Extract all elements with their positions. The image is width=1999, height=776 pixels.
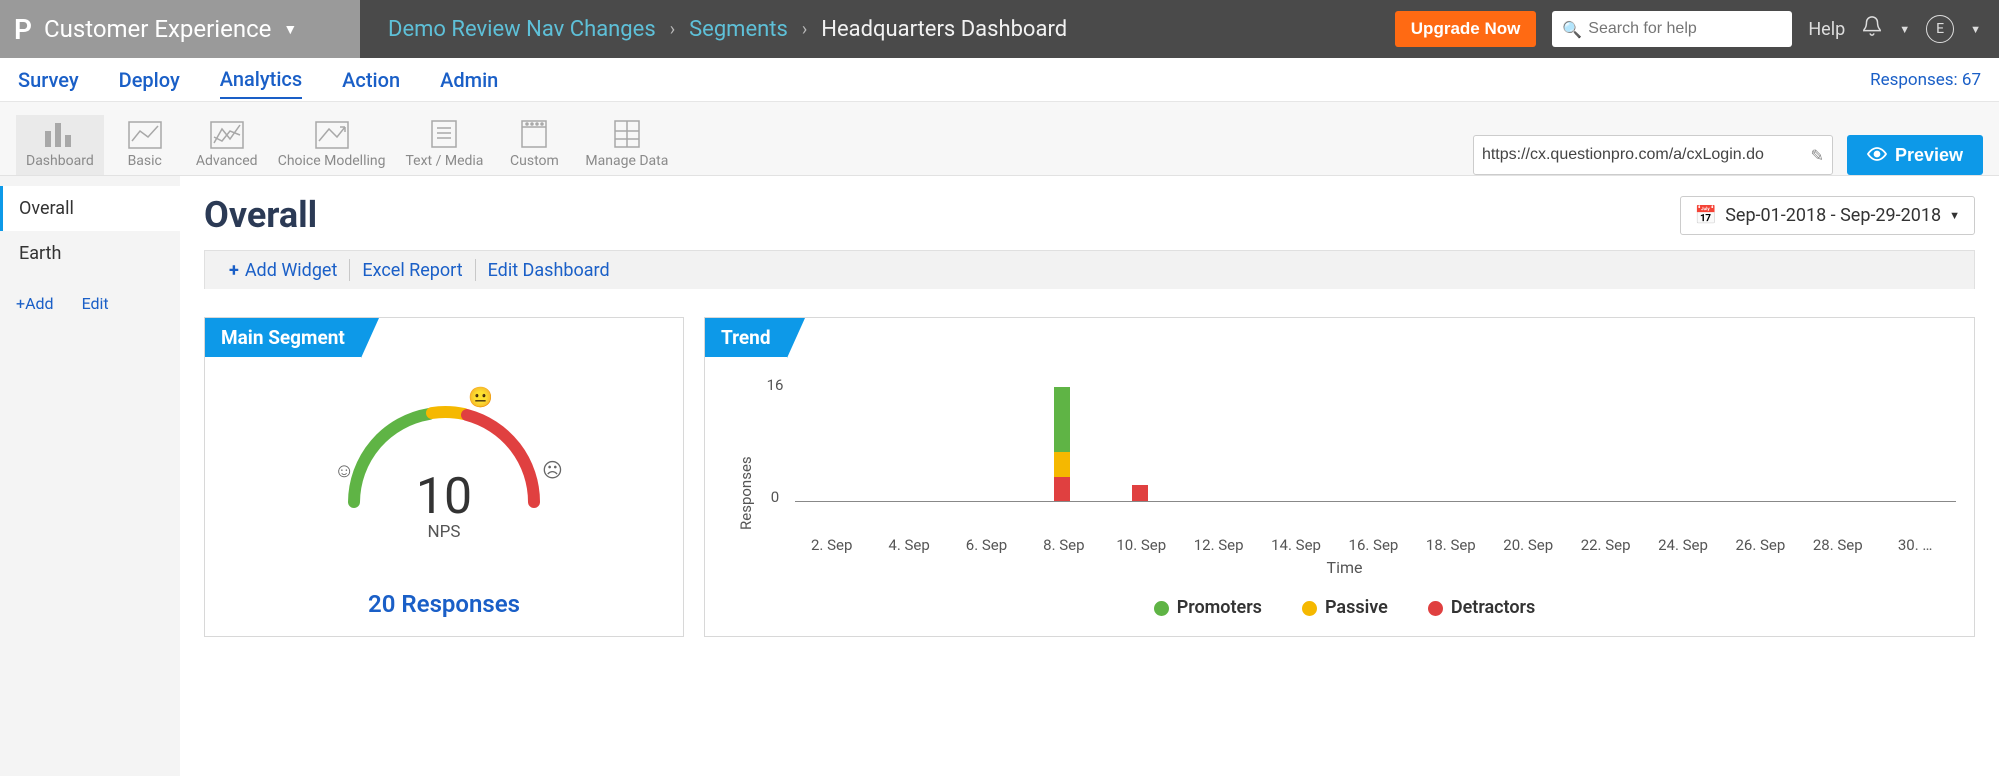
dashboard-actions: + Add Widget Excel Report Edit Dashboard xyxy=(204,250,1975,289)
leftnav-actions: +Add Edit xyxy=(0,276,180,331)
upgrade-button[interactable]: Upgrade Now xyxy=(1395,11,1537,47)
responses-link[interactable]: 20 Responses xyxy=(205,590,683,618)
help-search-input[interactable] xyxy=(1588,20,1782,38)
page-title: Overall xyxy=(204,194,317,236)
caret-down-icon: ▼ xyxy=(1949,209,1960,222)
chart-legend: Promoters Passive Detractors xyxy=(733,597,1956,618)
svg-text:😐: 😐 xyxy=(468,385,493,409)
leftnav-item-earth[interactable]: Earth xyxy=(0,231,180,276)
share-url-input[interactable] xyxy=(1482,146,1811,164)
tool-label: Manage Data xyxy=(585,153,668,169)
trend-chart: Responses 16 0 2. Sep4. Sep6. Sep8. Sep1… xyxy=(723,336,1956,618)
leftnav-item-overall[interactable]: Overall xyxy=(0,186,180,231)
line-chart-icon xyxy=(128,121,162,149)
widgets-row: Main Segment ☺ 😐 ☹ xyxy=(204,289,1975,637)
content: Overall 📅 Sep-01-2018 - Sep-29-2018 ▼ + A… xyxy=(180,176,1999,776)
leftnav-edit[interactable]: Edit xyxy=(82,294,109,313)
body: Overall Earth +Add Edit Overall 📅 Sep-01… xyxy=(0,176,1999,776)
y-tick: 0 xyxy=(771,488,779,506)
tool-label: Choice Modelling xyxy=(278,153,386,169)
nav-analytics[interactable]: Analytics xyxy=(220,61,302,99)
y-axis: 16 0 xyxy=(755,376,795,506)
nav-action[interactable]: Action xyxy=(342,62,400,98)
legend-passive: Passive xyxy=(1302,597,1388,618)
main-nav: Survey Deploy Analytics Action Admin Res… xyxy=(0,58,1999,102)
film-icon xyxy=(520,119,548,149)
tool-label: Dashboard xyxy=(26,153,94,169)
content-header: Overall 📅 Sep-01-2018 - Sep-29-2018 ▼ xyxy=(204,194,1975,236)
y-tick: 16 xyxy=(767,376,784,394)
preview-label: Preview xyxy=(1895,145,1963,166)
edit-dashboard-button[interactable]: Edit Dashboard xyxy=(476,260,622,281)
preview-button[interactable]: Preview xyxy=(1847,135,1983,175)
help-search[interactable]: 🔍 xyxy=(1552,11,1792,47)
nps-value: 10 xyxy=(205,468,683,526)
tool-label: Advanced xyxy=(196,153,258,169)
date-range-picker[interactable]: 📅 Sep-01-2018 - Sep-29-2018 ▼ xyxy=(1680,196,1975,235)
spreadsheet-icon xyxy=(613,119,641,149)
gauge-center: 10 NPS xyxy=(205,468,683,542)
analytics-toolbar: Dashboard Basic Advanced Choice Modellin… xyxy=(0,102,1999,176)
tool-choice-modelling[interactable]: Choice Modelling xyxy=(268,115,396,175)
x-axis: 2. Sep4. Sep6. Sep8. Sep10. Sep12. Sep14… xyxy=(793,536,1956,554)
nav-survey[interactable]: Survey xyxy=(18,62,79,98)
trend-card: Trend Responses 16 0 2. Sep4. Sep6. Sep8… xyxy=(704,317,1975,637)
tool-manage-data[interactable]: Manage Data xyxy=(575,113,678,175)
tool-dashboard[interactable]: Dashboard xyxy=(16,115,104,175)
add-widget-label: Add Widget xyxy=(245,260,338,281)
share-url-field[interactable]: ✎ xyxy=(1473,135,1833,175)
responses-count[interactable]: Responses: 67 xyxy=(1870,70,1981,90)
add-widget-button[interactable]: + Add Widget xyxy=(217,260,349,281)
brand-name: Customer Experience xyxy=(44,15,271,43)
brand-logo-icon: P xyxy=(14,13,32,46)
tool-advanced[interactable]: Advanced xyxy=(186,115,268,175)
chevron-right-icon: › xyxy=(670,19,675,40)
plot-area xyxy=(795,372,1956,502)
bell-icon[interactable] xyxy=(1861,15,1883,43)
nav-admin[interactable]: Admin xyxy=(440,62,498,98)
search-icon: 🔍 xyxy=(1562,20,1582,39)
leftnav-add[interactable]: +Add xyxy=(16,294,54,313)
legend-detractors: Detractors xyxy=(1428,597,1535,618)
calendar-icon: 📅 xyxy=(1695,205,1717,226)
chevron-right-icon: › xyxy=(802,19,807,40)
document-icon xyxy=(430,119,458,149)
plus-icon: + xyxy=(229,260,239,281)
tool-basic[interactable]: Basic xyxy=(104,115,186,175)
topbar: P Customer Experience ▼ Demo Review Nav … xyxy=(0,0,1999,58)
bar-chart-icon xyxy=(43,121,77,149)
nav-deploy[interactable]: Deploy xyxy=(119,62,180,98)
tool-text-media[interactable]: Text / Media xyxy=(396,113,494,175)
caret-down-icon: ▼ xyxy=(283,21,297,38)
card-title: Main Segment xyxy=(205,318,361,357)
avatar[interactable]: E xyxy=(1926,15,1954,43)
legend-promoters: Promoters xyxy=(1154,597,1262,618)
multi-line-chart-icon xyxy=(210,121,244,149)
x-axis-label: Time xyxy=(733,558,1956,577)
date-range-text: Sep-01-2018 - Sep-29-2018 xyxy=(1725,205,1941,226)
topbar-right: Upgrade Now 🔍 Help ▼ E ▼ xyxy=(1395,0,1999,58)
nps-label: NPS xyxy=(205,522,683,542)
tool-custom[interactable]: Custom xyxy=(493,113,575,175)
breadcrumb-link[interactable]: Demo Review Nav Changes xyxy=(388,17,656,42)
tool-label: Custom xyxy=(510,153,559,169)
breadcrumb-current: Headquarters Dashboard xyxy=(821,17,1067,42)
tool-label: Basic xyxy=(128,153,162,169)
main-segment-card: Main Segment ☺ 😐 ☹ xyxy=(204,317,684,637)
eye-icon xyxy=(1867,145,1887,166)
y-axis-label: Responses xyxy=(733,372,755,530)
breadcrumb: Demo Review Nav Changes › Segments › Hea… xyxy=(360,0,1067,58)
breadcrumb-link[interactable]: Segments xyxy=(689,17,788,42)
help-link[interactable]: Help xyxy=(1808,19,1845,40)
tool-label: Text / Media xyxy=(406,153,484,169)
caret-down-icon: ▼ xyxy=(1899,23,1910,36)
brand-switcher[interactable]: P Customer Experience ▼ xyxy=(0,0,360,58)
caret-down-icon: ▼ xyxy=(1970,23,1981,36)
pencil-icon[interactable]: ✎ xyxy=(1811,146,1824,165)
left-nav: Overall Earth +Add Edit xyxy=(0,176,180,776)
trend-box-icon xyxy=(315,121,349,149)
card-title: Trend xyxy=(705,318,787,357)
excel-report-button[interactable]: Excel Report xyxy=(350,260,474,281)
